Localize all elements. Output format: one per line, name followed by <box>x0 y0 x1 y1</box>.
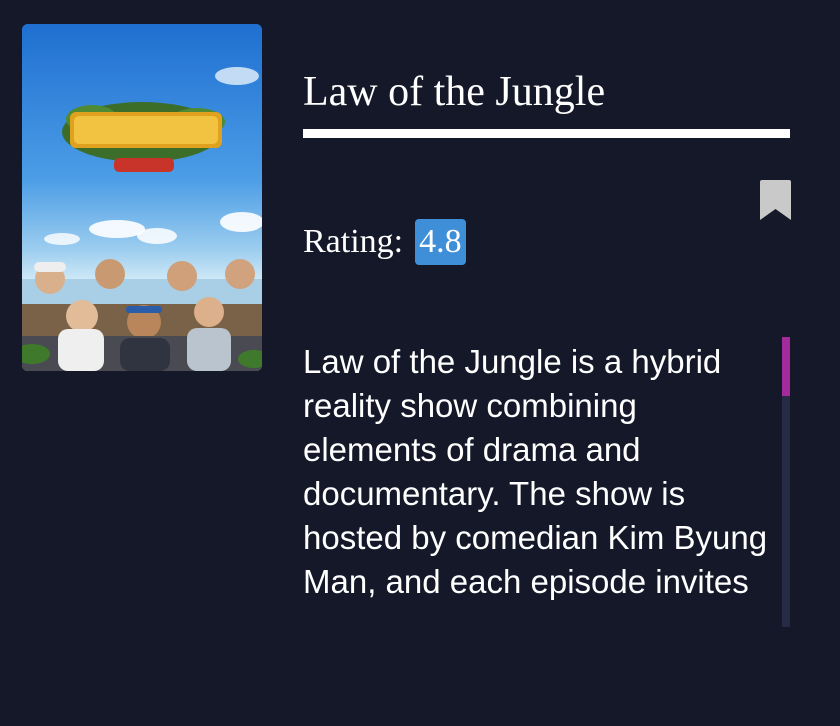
show-description: Law of the Jungle is a hybrid reality sh… <box>303 343 768 600</box>
show-poster <box>22 24 262 371</box>
description-scrollbar[interactable] <box>782 337 790 627</box>
description-scroll-area[interactable]: Law of the Jungle is a hybrid reality sh… <box>303 337 790 627</box>
rating-label: Rating: <box>303 223 404 260</box>
bookmark-button[interactable] <box>760 180 791 220</box>
scrollbar-thumb[interactable] <box>782 337 790 396</box>
rating-badge: 4.8 <box>415 219 466 265</box>
poster-image <box>22 24 262 371</box>
bookmark-icon <box>760 180 791 220</box>
show-title: Law of the Jungle <box>303 69 606 115</box>
title-divider <box>303 129 790 138</box>
rating: Rating: 4.8 <box>303 219 466 265</box>
show-detail-page: Law of the Jungle Rating: 4.8 Law of the… <box>0 0 840 726</box>
